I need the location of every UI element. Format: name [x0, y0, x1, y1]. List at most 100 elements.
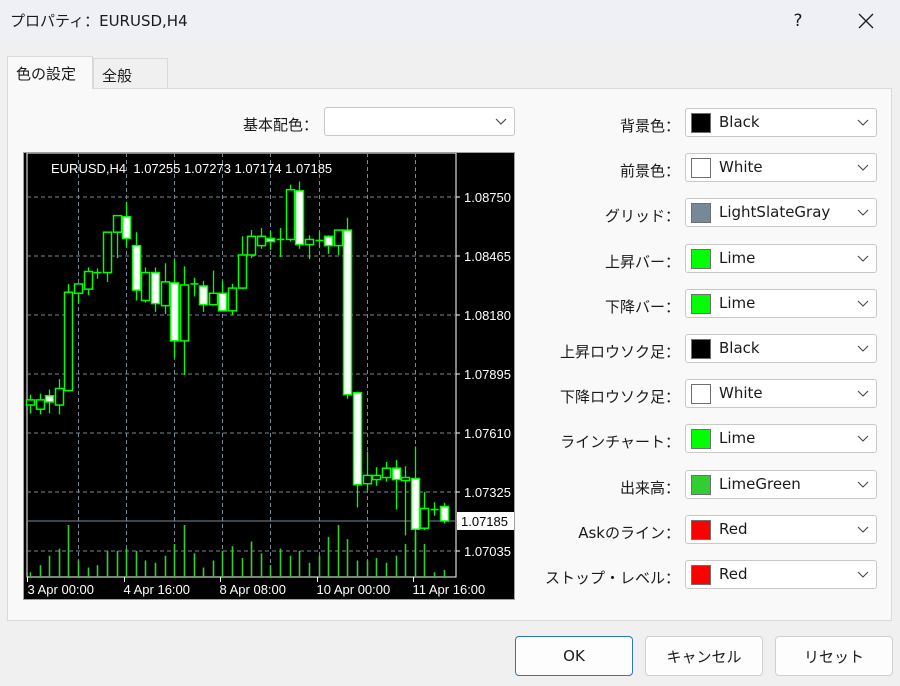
color-setting-label: Askのライン：: [578, 523, 680, 542]
candle-body: [179, 284, 190, 342]
candle-body: [304, 238, 315, 246]
candle-body: [54, 387, 65, 406]
chevron-down-icon: [495, 118, 507, 125]
color-select-value: Red: [719, 519, 748, 538]
color-setting-label: 下降ロウソク足：: [559, 388, 680, 407]
x-tick-label: 3 Apr 00:00: [28, 582, 95, 597]
candle-body: [63, 291, 74, 392]
candle-body: [121, 215, 132, 240]
x-tick-label: 11 Apr 16:00: [413, 582, 486, 597]
current-price-label: 1.07185: [461, 514, 508, 529]
y-tick-label: 1.08180: [464, 308, 511, 323]
candle-body: [265, 237, 276, 243]
candle-body: [217, 292, 228, 312]
candle-body: [381, 467, 392, 479]
color-select-value: White: [719, 384, 763, 403]
chart-preview: 1.08750 1.08465 1.08180 1.07895 1.07610 1.073…: [23, 152, 515, 600]
color-select-value: Lime: [719, 429, 756, 448]
candle-body: [140, 271, 151, 302]
chevron-down-icon: [857, 481, 869, 488]
window-title: プロパティ：EURUSD,H4: [10, 12, 188, 30]
reset-button[interactable]: リセット: [775, 636, 893, 676]
y-tick-label: 1.07895: [464, 367, 511, 382]
color-swatch: [691, 339, 711, 359]
color-select[interactable]: White: [685, 379, 877, 409]
chevron-down-icon: [857, 119, 869, 126]
color-setting-label: 背景色：: [619, 117, 680, 135]
color-select[interactable]: Lime: [685, 424, 877, 454]
candle-body: [44, 394, 55, 403]
chevron-down-icon: [857, 526, 869, 533]
color-select-value: Lime: [719, 293, 756, 312]
candle-body: [246, 235, 257, 256]
chevron-down-icon: [857, 300, 869, 307]
help-button[interactable]: ?: [774, 0, 822, 42]
candle-body: [25, 399, 36, 406]
tab-general[interactable]: 全般: [93, 58, 168, 89]
candle-body: [333, 229, 344, 247]
color-select-value: Black: [719, 113, 760, 131]
color-select[interactable]: LightSlateGray: [685, 198, 877, 228]
color-select-value: White: [719, 158, 763, 177]
color-select[interactable]: Lime: [685, 243, 877, 273]
chart-header: EURUSD,H4 1.07255 1.07273 1.07174 1.0718…: [51, 161, 332, 176]
color-select-value: Lime: [719, 248, 756, 267]
color-select-value: LimeGreen: [719, 474, 801, 493]
tab-color-settings[interactable]: 色の設定: [7, 56, 93, 89]
candle-body: [419, 507, 430, 529]
color-swatch: [691, 203, 711, 224]
candle-body: [237, 254, 248, 289]
color-swatch: [691, 474, 711, 495]
y-tick-label: 1.08750: [464, 190, 511, 205]
color-select-value: LightSlateGray: [719, 203, 831, 222]
candle-body: [285, 189, 296, 241]
candle-body: [150, 271, 161, 305]
x-tick-label: 8 Apr 08:00: [220, 582, 287, 597]
color-setting-label: グリッド：: [604, 207, 680, 226]
candle-body: [256, 235, 267, 247]
candle-body: [323, 235, 334, 247]
color-setting-label: 出来高：: [619, 478, 680, 497]
y-tick-label: 1.07035: [464, 544, 511, 559]
candle-body: [391, 467, 402, 481]
chevron-down-icon: [857, 255, 869, 262]
color-setting-label: 下降バー：: [604, 297, 680, 316]
color-select[interactable]: LimeGreen: [685, 469, 877, 499]
color-swatch: [691, 384, 711, 405]
cancel-button[interactable]: キャンセル: [645, 636, 763, 676]
color-swatch: [691, 429, 711, 450]
chevron-down-icon: [857, 210, 869, 217]
color-swatch: [691, 158, 711, 179]
color-setting-label: 上昇バー：: [604, 252, 680, 271]
candle-body: [227, 287, 238, 312]
color-select[interactable]: Black: [685, 334, 877, 363]
candle-body: [294, 190, 305, 246]
color-select[interactable]: Red: [685, 514, 877, 544]
chevron-down-icon: [857, 390, 869, 397]
color-select[interactable]: White: [685, 153, 877, 183]
base-scheme-select[interactable]: [324, 107, 515, 136]
color-swatch: [691, 113, 711, 133]
color-select[interactable]: Red: [685, 560, 877, 589]
candle-body: [35, 399, 46, 410]
ok-button[interactable]: OK: [515, 636, 633, 676]
title-bar: プロパティ：EURUSD,H4 ?: [0, 0, 900, 42]
close-button[interactable]: [842, 0, 890, 42]
base-scheme-label: 基本配色：: [242, 116, 318, 134]
color-select[interactable]: Lime: [685, 288, 877, 318]
color-setting-label: 前景色：: [619, 162, 680, 181]
candle-body: [112, 214, 123, 233]
close-icon: [858, 13, 874, 29]
candle-body: [160, 281, 171, 307]
y-tick-label: 1.08465: [464, 249, 511, 264]
chevron-down-icon: [857, 436, 869, 443]
color-swatch: [691, 248, 711, 269]
chevron-down-icon: [857, 164, 869, 171]
color-setting-label: ラインチャート：: [560, 433, 680, 452]
color-setting-label: ストップ・レベル：: [544, 569, 680, 587]
candle-body: [102, 231, 113, 274]
color-setting-label: 上昇ロウソク足：: [559, 343, 680, 361]
y-tick-label: 1.07610: [464, 426, 511, 441]
candle-body: [400, 476, 411, 482]
color-select[interactable]: Black: [685, 108, 877, 137]
